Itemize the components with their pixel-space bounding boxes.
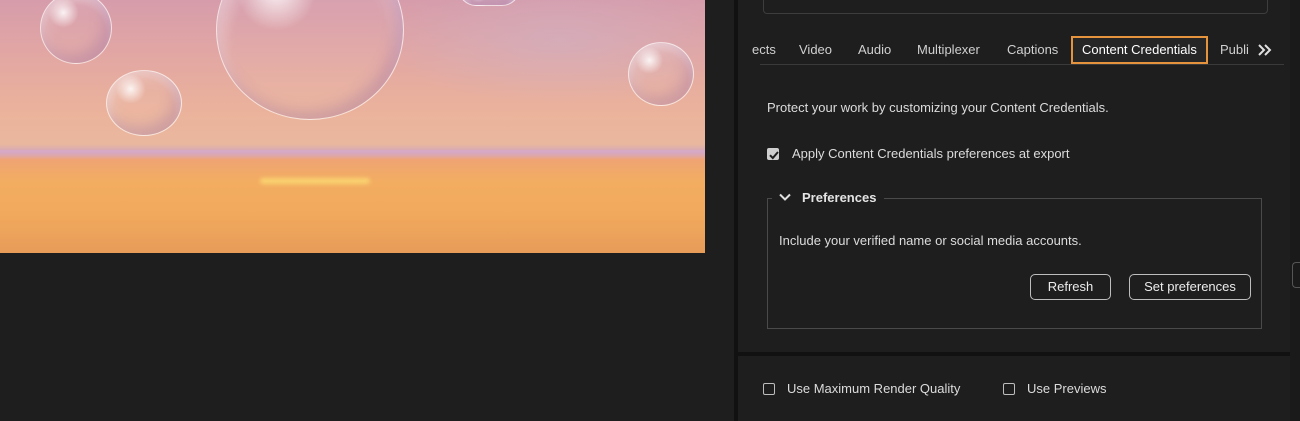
- section-divider: [738, 352, 1290, 356]
- apply-credentials-checkbox[interactable]: [767, 148, 779, 160]
- chevron-down-icon: [779, 193, 791, 201]
- apply-credentials-label[interactable]: Apply Content Credentials preferences at…: [792, 146, 1070, 161]
- preferences-title: Preferences: [802, 189, 877, 205]
- top-field[interactable]: [763, 0, 1268, 14]
- use-previews-checkbox[interactable]: [1003, 383, 1015, 395]
- tab-multiplexer[interactable]: Multiplexer: [917, 36, 980, 64]
- max-render-quality-checkbox[interactable]: [763, 383, 775, 395]
- tab-underline: [760, 64, 1284, 65]
- preferences-text: Include your verified name or social med…: [779, 233, 1082, 248]
- tab-content-credentials[interactable]: Content Credentials: [1071, 36, 1208, 64]
- content-credentials-description: Protect your work by customizing your Co…: [767, 100, 1109, 115]
- set-preferences-button[interactable]: Set preferences: [1129, 274, 1251, 300]
- tab-effects[interactable]: ects: [752, 36, 776, 64]
- right-edge: [1290, 0, 1300, 421]
- tab-audio[interactable]: Audio: [858, 36, 891, 64]
- preferences-toggle[interactable]: Preferences: [772, 187, 885, 207]
- tab-video[interactable]: Video: [799, 36, 832, 64]
- preview-horizon: [0, 150, 705, 160]
- max-render-quality-label[interactable]: Use Maximum Render Quality: [787, 381, 960, 396]
- bubble: [628, 42, 694, 106]
- use-previews-label[interactable]: Use Previews: [1027, 381, 1106, 396]
- refresh-button[interactable]: Refresh: [1030, 274, 1111, 300]
- preferences-group: [767, 198, 1262, 329]
- tab-publish[interactable]: Publi: [1220, 36, 1249, 64]
- bubble: [216, 0, 404, 120]
- edge-handle[interactable]: [1292, 262, 1300, 288]
- bubble: [40, 0, 112, 64]
- bubble: [458, 0, 520, 6]
- preview-glint: [260, 178, 370, 184]
- double-chevron-right-icon[interactable]: [1256, 41, 1274, 59]
- export-tabs: ects Video Audio Multiplexer Captions Co…: [738, 36, 1290, 66]
- bubble: [106, 70, 182, 136]
- video-preview: [0, 0, 705, 253]
- tab-captions[interactable]: Captions: [1007, 36, 1058, 64]
- checkmark-icon: [769, 151, 779, 160]
